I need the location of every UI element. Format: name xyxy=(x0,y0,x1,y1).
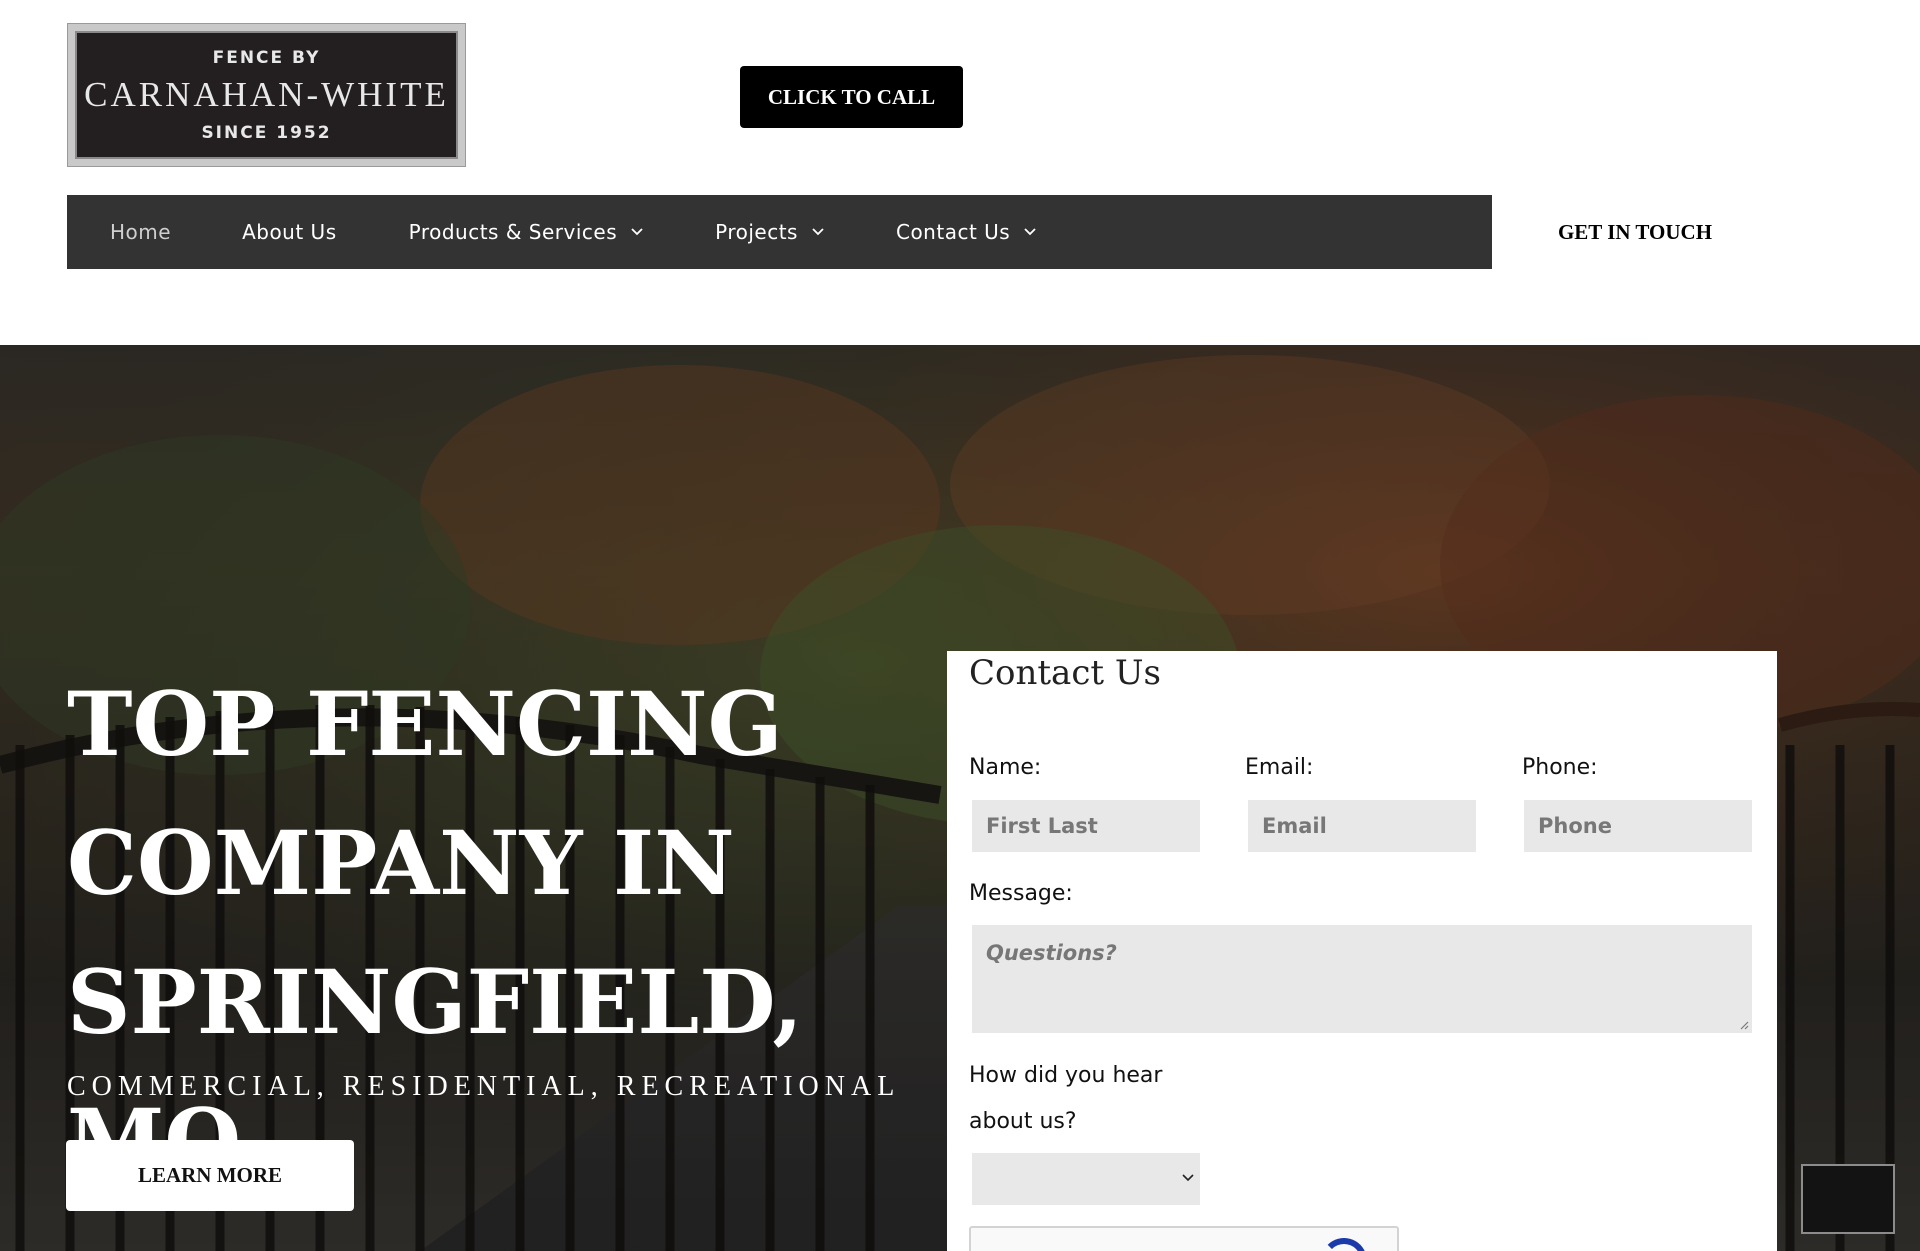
logo-plaque: FENCE BY CARNAHAN-WHITE SINCE 1952 xyxy=(75,31,458,159)
chevron-down-icon xyxy=(1024,228,1036,236)
how-did-you-hear-line: How did you hear xyxy=(969,1063,1163,1088)
resize-handle-icon[interactable] xyxy=(1739,1020,1749,1030)
nav-item-label: Products & Services xyxy=(408,220,618,244)
logo-tagline-bottom: SINCE 1952 xyxy=(201,122,332,143)
logo-tagline-top: FENCE BY xyxy=(212,47,321,68)
nav-item-label: Projects xyxy=(715,220,798,244)
message-label: Message: xyxy=(969,881,1073,906)
nav-item-about-us[interactable]: About Us xyxy=(242,195,337,269)
chevron-down-icon xyxy=(812,228,824,236)
email-field[interactable]: Email xyxy=(1248,800,1476,852)
logo-company-name: CARNAHAN-WHITE xyxy=(84,74,449,114)
nav-item-projects[interactable]: Projects xyxy=(715,195,824,269)
how-did-you-hear-line: about us? xyxy=(969,1109,1077,1134)
nav-item-label: Home xyxy=(110,220,172,244)
name-label: Name: xyxy=(969,755,1042,780)
message-textarea[interactable]: Questions? xyxy=(972,925,1752,1033)
contact-form: Contact Us Name: Email: Phone: First Las… xyxy=(947,651,1777,1251)
chevron-down-icon xyxy=(631,228,643,236)
nav-item-home[interactable]: Home xyxy=(110,195,171,269)
nav-item-contact-us[interactable]: Contact Us xyxy=(896,195,1036,269)
click-to-call-button[interactable]: CLICK TO CALL xyxy=(740,66,963,128)
hero-title-line: COMPANY IN xyxy=(67,811,735,915)
email-label: Email: xyxy=(1245,755,1314,780)
recaptcha-widget[interactable] xyxy=(969,1226,1399,1251)
chevron-down-icon xyxy=(1182,1174,1194,1182)
nav-item-label: Contact Us xyxy=(895,220,1011,244)
learn-more-button[interactable]: LEARN MORE xyxy=(66,1140,354,1211)
get-in-touch-link[interactable]: GET IN TOUCH xyxy=(1540,200,1730,264)
message-placeholder: Questions? xyxy=(986,941,1117,965)
nav-item-label: About Us xyxy=(242,220,337,244)
nav-item-products-services[interactable]: Products & Services xyxy=(409,195,644,269)
recaptcha-icon xyxy=(1321,1238,1367,1251)
phone-field[interactable]: Phone xyxy=(1524,800,1752,852)
form-title: Contact Us xyxy=(969,653,1161,693)
hero-title-line: TOP FENCING xyxy=(67,672,783,776)
how-did-you-hear-label: How did you hear about us? xyxy=(969,1053,1189,1145)
hero-title: TOP FENCING COMPANY IN SPRINGFIELD, MO xyxy=(67,655,947,1211)
site-logo[interactable]: FENCE BY CARNAHAN-WHITE SINCE 1952 xyxy=(67,23,466,167)
main-nav: Home About Us Products & Services Projec… xyxy=(67,195,1492,269)
name-field[interactable]: First Last xyxy=(972,800,1200,852)
phone-label: Phone: xyxy=(1522,755,1598,780)
how-did-you-hear-select[interactable] xyxy=(972,1153,1200,1205)
hero-subtitle: COMMERCIAL, RESIDENTIAL, RECREATIONAL xyxy=(67,1071,901,1102)
